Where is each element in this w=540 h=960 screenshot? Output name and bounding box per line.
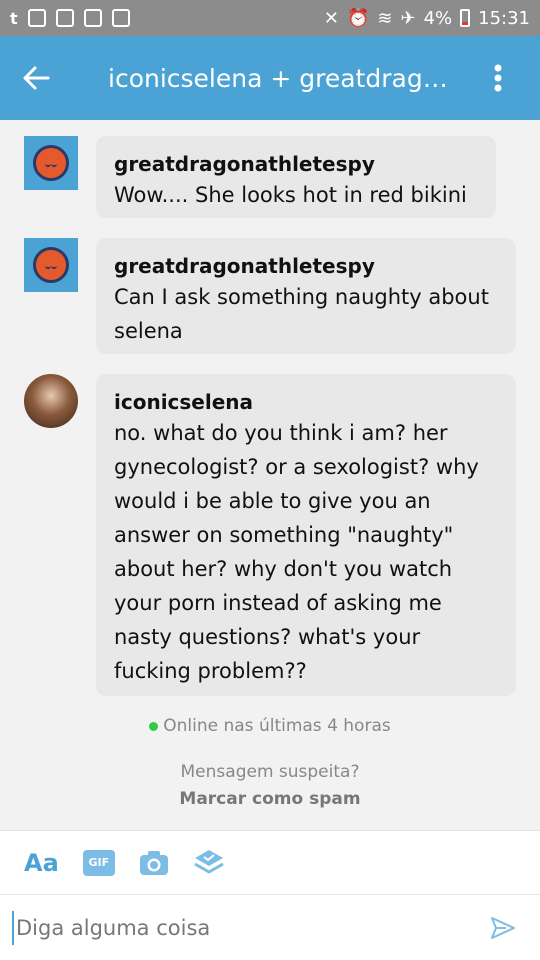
screenshot-icon <box>27 9 46 27</box>
message-bubble: greatdragonathletespy Wow.... She looks … <box>96 136 496 218</box>
send-button[interactable] <box>488 913 518 943</box>
send-icon <box>491 917 515 939</box>
mark-as-spam-button[interactable]: Marcar como spam <box>0 789 540 809</box>
camera-icon <box>139 850 168 875</box>
alarm-icon: ⏰ <box>346 7 370 29</box>
tumblr-notification-icon: t <box>10 8 18 28</box>
message-sender[interactable]: iconicselena <box>114 388 498 416</box>
photo-notification-icon <box>111 9 130 27</box>
message-sender[interactable]: greatdragonathletespy <box>114 150 478 178</box>
message-composer <box>0 894 540 960</box>
mute-icon: ✕ <box>323 7 339 29</box>
airplane-icon: ✈ <box>400 7 416 29</box>
gif-button[interactable]: GIF <box>82 846 115 880</box>
sleepy-face-icon <box>33 247 69 283</box>
sticker-button[interactable] <box>193 846 225 880</box>
layers-sticker-icon <box>194 849 224 873</box>
more-vertical-icon <box>494 64 502 92</box>
message-text: Can I ask something naughty about selena <box>114 285 489 343</box>
message-text: no. what do you think i am? her gynecolo… <box>114 421 479 683</box>
online-dot-icon <box>149 721 159 731</box>
camera-button[interactable] <box>139 846 169 880</box>
image-notification-icon <box>83 9 102 27</box>
wifi-icon: ≋ <box>377 7 393 29</box>
status-bar: t ✕ ⏰ ≋ ✈ 4% 15:31 <box>0 0 540 36</box>
message-input[interactable] <box>12 911 472 945</box>
avatar[interactable] <box>24 238 78 292</box>
avatar[interactable] <box>24 136 78 190</box>
online-status: Online nas últimas 4 horas <box>0 716 540 736</box>
message-bubble: iconicselena no. what do you think i am?… <box>96 374 516 696</box>
compose-toolbar: Aa GIF <box>0 830 540 894</box>
message-text: Wow.... She looks hot in red bikini <box>114 183 467 207</box>
back-button[interactable] <box>0 36 72 120</box>
online-status-text: Online nas últimas 4 horas <box>163 716 391 736</box>
battery-percent: 4% <box>423 7 453 29</box>
message-sender[interactable]: greatdragonathletespy <box>114 252 498 280</box>
sleepy-face-icon <box>33 145 69 181</box>
conversation-header: iconicselena + greatdrago... <box>0 36 540 120</box>
more-options-button[interactable] <box>456 36 540 120</box>
spam-question: Mensagem suspeita? <box>180 762 360 782</box>
conversation-title: iconicselena + greatdrago... <box>108 63 456 93</box>
gif-icon: GIF <box>82 849 115 876</box>
message-bubble: greatdragonathletespy Can I ask somethin… <box>96 238 516 354</box>
battery-icon <box>460 9 471 27</box>
notification-icons: t <box>10 9 130 28</box>
arrow-left-icon <box>23 66 50 90</box>
avatar[interactable] <box>24 374 78 428</box>
recycle-icon <box>55 9 74 27</box>
text-style-button[interactable]: Aa <box>24 846 59 880</box>
clock: 15:31 <box>478 7 530 29</box>
